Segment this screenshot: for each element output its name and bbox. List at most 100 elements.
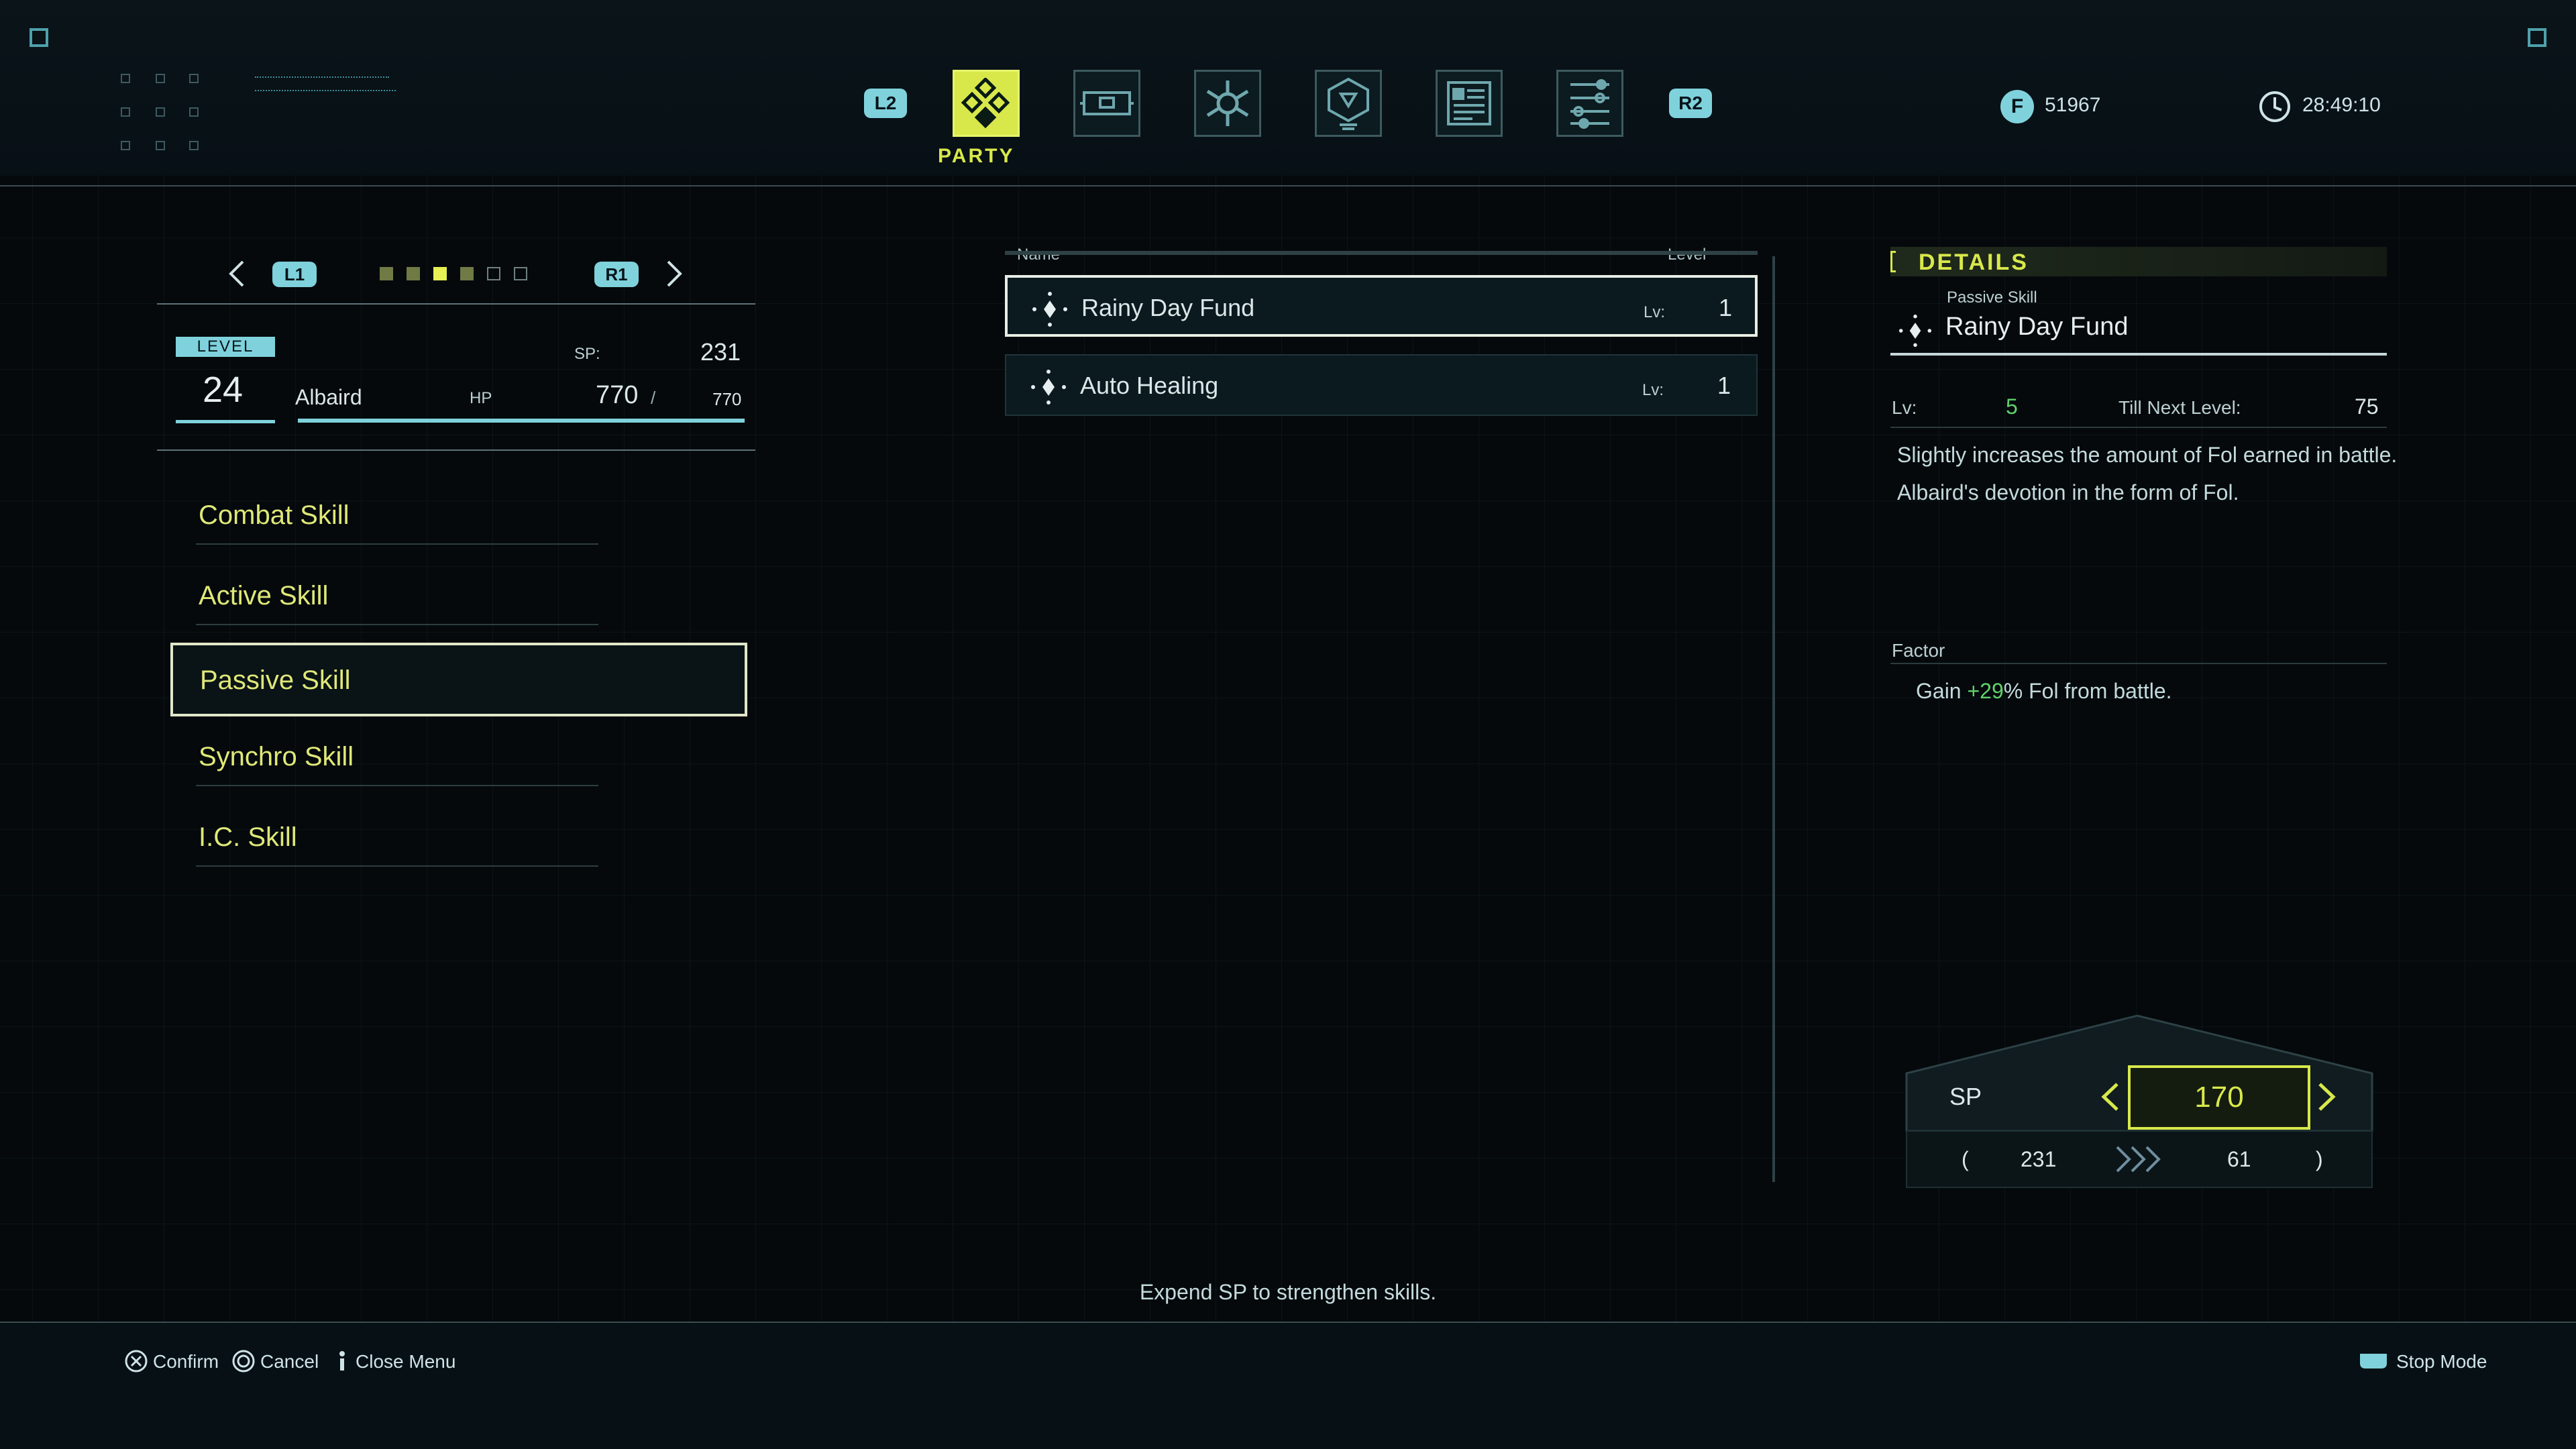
sp-value: 231 — [700, 338, 741, 366]
background-grid — [0, 0, 2576, 1449]
factor-prefix: Gain — [1916, 679, 1968, 703]
items-tab[interactable] — [1073, 70, 1140, 137]
col-header-name: Name — [1017, 246, 1060, 264]
skill-name: Auto Healing — [1080, 372, 1219, 399]
settings-icon — [1570, 79, 1609, 129]
hp-max: 770 — [712, 389, 742, 409]
fol-amount: 51967 — [2045, 94, 2101, 116]
skill-level-label: Lv: — [1642, 381, 1664, 399]
skill-level-value: 1 — [1717, 372, 1731, 399]
next-character-arrow[interactable] — [664, 259, 684, 292]
skills-icon — [1206, 80, 1249, 126]
cross-button-icon — [125, 1350, 148, 1376]
skills-tab[interactable] — [1194, 70, 1261, 137]
decor-code-text — [255, 71, 396, 91]
settings-tab[interactable] — [1556, 70, 1623, 137]
notes-icon — [1447, 81, 1491, 125]
sp-spend-amount[interactable]: 170 — [2128, 1065, 2310, 1130]
touchpad-icon — [2359, 1352, 2388, 1373]
character-level: 24 — [203, 370, 244, 410]
skill-level-label: Lv: — [1644, 303, 1666, 321]
details-skill-name: Rainy Day Fund — [1945, 313, 2129, 341]
sp-close-paren: ) — [2316, 1147, 2323, 1171]
close-menu-hint[interactable]: Close Menu — [356, 1351, 455, 1373]
skill-level-value: 1 — [1719, 294, 1733, 321]
fol-icon: F — [2000, 90, 2034, 123]
cancel-hint[interactable]: Cancel — [260, 1351, 319, 1373]
corner-marker — [30, 28, 48, 47]
transfer-arrows-icon — [2114, 1144, 2167, 1177]
hp-current: 770 — [596, 381, 639, 409]
details-lv-label: Lv: — [1892, 397, 1917, 418]
skill-row-rainy-day-fund[interactable]: Rainy Day Fund Lv: 1 — [1005, 275, 1758, 337]
bottom-bar — [0, 1323, 2576, 1449]
factor-text: Gain +29% Fol from battle. — [1916, 679, 2172, 704]
sp-decrease-arrow[interactable] — [2100, 1081, 2121, 1116]
passive-skill-icon — [1032, 292, 1067, 327]
sp-label: SP: — [574, 345, 600, 363]
r1-button[interactable]: R1 — [594, 262, 639, 287]
character-name: Albaird — [295, 385, 362, 409]
details-next-value: 75 — [2355, 394, 2379, 419]
category-label: Combat Skill — [199, 500, 350, 530]
category-label: Synchro Skill — [199, 742, 354, 771]
skill-row-auto-healing[interactable]: Auto Healing Lv: 1 — [1005, 354, 1758, 416]
details-next-label: Till Next Level: — [2118, 397, 2241, 418]
details-lv-value: 5 — [2006, 394, 2018, 419]
factor-rule — [1890, 663, 2387, 664]
sp-open-paren: ( — [1962, 1147, 1969, 1171]
r2-button[interactable]: R2 — [1669, 89, 1712, 118]
category-ic-skill[interactable]: I.C. Skill — [196, 809, 746, 872]
confirm-hint[interactable]: Confirm — [153, 1351, 219, 1373]
char-divider-bottom — [157, 449, 755, 451]
party-tab[interactable] — [953, 70, 1020, 137]
sp-increase-arrow[interactable] — [2316, 1081, 2337, 1116]
play-time: 28:49:10 — [2302, 94, 2381, 116]
ability-icon — [1328, 77, 1369, 130]
items-icon — [1080, 91, 1134, 115]
category-label: Active Skill — [199, 581, 329, 610]
details-lv-rule — [1890, 427, 2387, 428]
details-description-line1: Slightly increases the amount of Fol ear… — [1897, 443, 2398, 467]
factor-title: Factor — [1892, 640, 1945, 661]
corner-marker — [2528, 28, 2546, 47]
details-header: DETAILS — [1890, 247, 2387, 276]
details-name-rule — [1890, 353, 2387, 356]
list-scrollbar[interactable] — [1772, 256, 1775, 1182]
category-label: I.C. Skill — [199, 822, 297, 852]
hint-text: Expend SP to strengthen skills. — [1139, 1280, 1437, 1304]
category-active-skill[interactable]: Active Skill — [196, 568, 746, 631]
l2-button[interactable]: L2 — [864, 89, 907, 118]
l1-button[interactable]: L1 — [272, 262, 317, 287]
category-synchro-skill[interactable]: Synchro Skill — [196, 729, 746, 792]
party-icon — [961, 78, 1010, 129]
category-passive-skill[interactable]: Passive Skill — [170, 643, 747, 716]
prev-character-arrow[interactable] — [227, 259, 247, 292]
hp-bar — [298, 419, 745, 423]
category-combat-skill[interactable]: Combat Skill — [196, 487, 746, 550]
notes-tab[interactable] — [1436, 70, 1503, 137]
sp-from-value: 231 — [2021, 1147, 2057, 1171]
details-title: DETAILS — [1919, 250, 2029, 275]
top-divider — [0, 185, 2576, 186]
circle-button-icon — [232, 1350, 255, 1376]
details-description-line2: Albaird's devotion in the form of Fol. — [1897, 480, 2239, 504]
factor-suffix: % Fol from battle. — [2003, 679, 2172, 703]
details-skill-type: Passive Skill — [1947, 288, 2037, 307]
char-divider-top — [157, 303, 755, 305]
factor-value: +29 — [1967, 679, 2004, 703]
active-tab-label: PARTY — [938, 145, 1015, 167]
hp-separator: / — [651, 388, 656, 408]
sp-spend-label: SP — [1949, 1083, 1982, 1110]
options-button-icon — [335, 1350, 349, 1376]
level-exp-bar — [176, 420, 275, 423]
hp-label: HP — [470, 389, 492, 407]
passive-skill-icon — [1031, 370, 1066, 405]
stop-mode-hint[interactable]: Stop Mode — [2396, 1351, 2487, 1373]
bottom-divider — [0, 1322, 2576, 1323]
col-header-level: Level — [1668, 246, 1706, 264]
list-header-rule — [1005, 251, 1758, 255]
level-label: LEVEL — [176, 337, 275, 357]
ability-tab[interactable] — [1315, 70, 1382, 137]
passive-skill-icon — [1898, 314, 1932, 351]
